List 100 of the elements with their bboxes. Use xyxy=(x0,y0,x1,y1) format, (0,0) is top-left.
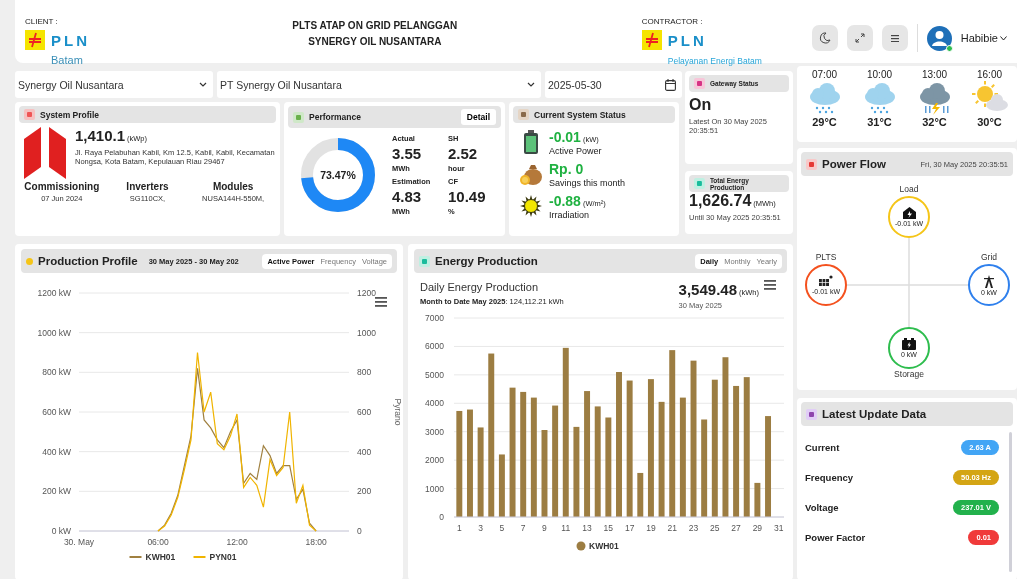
forecast-time: 13:00 xyxy=(922,69,947,80)
temperature: 30°C xyxy=(977,116,1002,128)
card-title: Latest Update Data xyxy=(822,408,927,420)
tick-label: 6000 xyxy=(425,341,444,352)
energy-value: 3,549.48 xyxy=(678,281,737,298)
avatar-icon[interactable] xyxy=(926,25,952,51)
gateway-status: On xyxy=(689,96,713,114)
status-label: Active Power xyxy=(549,146,602,156)
bar xyxy=(637,472,644,517)
detail-button[interactable]: Detail xyxy=(460,109,496,125)
lightning-logo-icon xyxy=(25,30,45,50)
solar-panel-icon xyxy=(819,275,833,287)
tick-label: 800 xyxy=(357,367,372,378)
dark-mode-button[interactable] xyxy=(811,25,838,51)
legend-label[interactable]: KWH01 xyxy=(589,541,619,551)
logo-subtitle: Batam xyxy=(51,54,83,66)
logo-text: PLN xyxy=(51,31,90,49)
scrollbar[interactable] xyxy=(1009,432,1012,572)
tick-label: 9 xyxy=(542,523,547,533)
menu-icon[interactable] xyxy=(764,280,776,290)
tick-label: 3000 xyxy=(425,426,444,437)
tick-label: 1000 kW xyxy=(37,327,71,338)
moon-icon xyxy=(818,32,831,44)
tick-label: 13 xyxy=(582,523,592,533)
menu-icon xyxy=(890,34,899,42)
card-title: Energy Production xyxy=(435,255,538,267)
card-title: System Profile xyxy=(40,109,100,120)
tick-label: 0 xyxy=(439,512,444,522)
temperature: 32°C xyxy=(922,116,947,128)
card-title: Performance xyxy=(309,112,361,122)
tick-label: 12:00 xyxy=(226,537,248,547)
chart-title: Daily Energy Production xyxy=(420,281,539,293)
tick-label: 30. May xyxy=(63,537,95,547)
client-label: CLIENT : xyxy=(25,17,58,26)
contractor-label: CONTRACTOR : xyxy=(641,17,703,26)
status-value: Rp. 0 xyxy=(549,161,584,177)
tower-icon xyxy=(983,274,995,288)
tick-label: 400 kW xyxy=(42,446,71,457)
tick-label: 7 xyxy=(520,523,526,533)
tick-label: 0 xyxy=(357,526,362,536)
tick-label: 1200 kW xyxy=(37,288,71,298)
forecast-time: 10:00 xyxy=(867,69,892,80)
tick-label: 5000 xyxy=(425,369,444,380)
tick-label: 200 xyxy=(357,486,372,497)
node-label: PLTS xyxy=(815,252,837,262)
user-name[interactable]: Habibie xyxy=(960,32,998,44)
legend-label[interactable]: KWH01 xyxy=(145,552,176,562)
tick-label: 200 kW xyxy=(42,486,71,497)
status-value: -0.01 xyxy=(549,129,581,145)
company-select[interactable]: PT Synergy Oil Nusantara xyxy=(217,71,541,98)
tick-label: 31 xyxy=(773,523,784,533)
metric-value: 2.52 xyxy=(448,145,479,162)
money-bag-icon xyxy=(519,163,543,185)
tick-label: 5 xyxy=(499,523,505,533)
tick-label: 1200 xyxy=(357,288,376,298)
metric-label: Frequency xyxy=(805,472,854,483)
tick-label: 4000 xyxy=(425,398,444,409)
tick-label: 15 xyxy=(603,523,614,533)
metric-value: 4.83 xyxy=(392,188,423,205)
legend-label[interactable]: PYN01 xyxy=(209,552,237,562)
bar xyxy=(754,482,761,517)
legend-swatch xyxy=(576,541,586,551)
tick-label: 19 xyxy=(646,523,656,533)
menu-button[interactable] xyxy=(881,25,908,51)
temperature: 31°C xyxy=(867,116,892,128)
tick-label: 18:00 xyxy=(305,537,327,547)
energy-value: 1,626.74 xyxy=(689,192,752,209)
tick-label: 21 xyxy=(667,523,677,533)
calendar-icon[interactable] xyxy=(665,78,676,91)
date-field[interactable]: 2025-05-30 xyxy=(545,71,682,98)
house-icon xyxy=(902,207,916,219)
logo-text: PLN xyxy=(667,31,707,49)
forecast-time: 16:00 xyxy=(977,69,1002,80)
tick-label: 23 xyxy=(688,523,699,533)
expand-icon xyxy=(854,33,865,43)
tick-label: 3 xyxy=(478,523,483,533)
node-label: Load xyxy=(899,184,919,194)
temperature: 29°C xyxy=(812,116,837,128)
menu-icon[interactable] xyxy=(375,297,387,307)
tick-label: 1000 xyxy=(357,327,376,338)
lightning-logo-icon xyxy=(641,30,662,50)
tick-label: 600 kW xyxy=(42,407,71,417)
caret-icon[interactable] xyxy=(1000,35,1007,41)
tick-label: 29 xyxy=(752,523,763,533)
bar xyxy=(498,454,505,517)
card-title: Power Flow xyxy=(822,158,886,170)
chevron-down-icon xyxy=(527,82,535,87)
dashboard-title: SYNERGY OIL NUSANTARA xyxy=(307,35,443,49)
fullscreen-button[interactable] xyxy=(846,25,873,51)
stat-label: Modules xyxy=(211,181,255,192)
tick-label: 25 xyxy=(710,523,720,533)
status-label: Irradiation xyxy=(549,210,591,220)
dashboard-title: PLTS ATAP ON GRID PELANGGAN xyxy=(291,19,459,33)
node-label: Grid xyxy=(980,252,998,262)
status-value: -0.88 xyxy=(549,193,581,209)
sun-icon xyxy=(520,195,542,217)
capacity-value: 1,410.1 xyxy=(75,127,126,144)
site-select[interactable]: Synergy Oil Nusantara xyxy=(15,71,213,98)
chevron-logo-drawing xyxy=(21,127,69,179)
percent-label: 73.47% xyxy=(320,169,356,181)
